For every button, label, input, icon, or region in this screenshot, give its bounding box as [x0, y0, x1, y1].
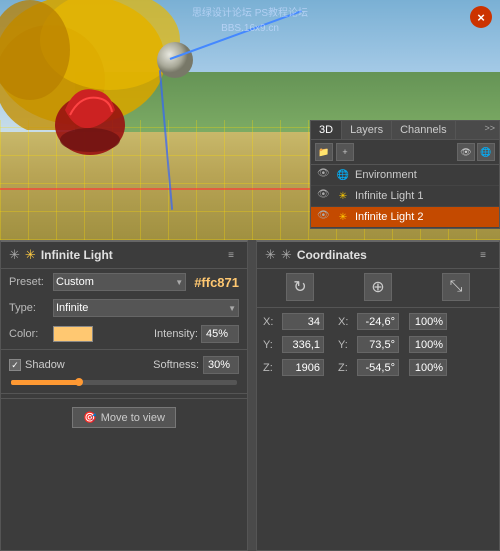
move-btn-label: Move to view — [101, 412, 165, 424]
3d-item-light2[interactable]: 👁 ✳ Infinite Light 2 — [311, 207, 499, 228]
left-panel-header: ✳ ✳ Infinite Light ≡ — [1, 242, 247, 269]
3d-panel: 3D Layers Channels >> 📁 + 👁 🌐 👁 🌐 Enviro… — [310, 120, 500, 229]
left-header-icon2: ✳ — [25, 247, 36, 263]
shadow-checkbox[interactable] — [9, 359, 21, 371]
left-panel-menu-btn[interactable]: ≡ — [223, 247, 239, 263]
x-angle-label: X: — [338, 316, 354, 328]
eye-icon-light2: 👁 — [317, 210, 331, 224]
preset-dropdown[interactable]: Custom ▼ — [53, 273, 186, 291]
move-icon-btn[interactable]: ⊕ — [364, 273, 392, 301]
preset-arrow-icon: ▼ — [175, 278, 183, 287]
intensity-group: Intensity: — [154, 325, 239, 343]
y-angle-input[interactable] — [357, 336, 399, 353]
bottom-panels: ✳ ✳ Infinite Light ≡ Preset: Custom ▼ #f… — [0, 240, 500, 551]
color-swatch[interactable] — [53, 326, 93, 342]
3d-item-environment[interactable]: 👁 🌐 Environment — [311, 165, 499, 186]
type-value: Infinite — [56, 302, 88, 314]
preset-value: Custom — [56, 276, 94, 288]
color-hex-display: #ffc871 — [194, 275, 239, 290]
z-label: Z: — [263, 362, 279, 374]
right-header-icon2: ✳ — [281, 247, 292, 263]
panel-tab-controls: >> — [480, 121, 499, 139]
shadow-label: Shadow — [25, 359, 65, 371]
properties-panel-right: ✳ ✳ Coordinates ≡ ↻ ⊕ ⤡ X: X: Y: Y: — [256, 240, 500, 551]
tab-layers[interactable]: Layers — [342, 121, 392, 139]
x-label: X: — [263, 316, 279, 328]
left-header-icon1: ✳ — [9, 247, 20, 263]
y-label: Y: — [263, 339, 279, 351]
panel-separator — [250, 240, 252, 551]
z-angle-input[interactable] — [357, 359, 399, 376]
softness-input[interactable] — [203, 356, 239, 374]
panel-right-tools: 👁 🌐 — [457, 143, 495, 161]
tab-channels[interactable]: Channels — [392, 121, 455, 139]
separator1 — [1, 349, 247, 350]
type-row: Type: Infinite ▼ — [1, 295, 247, 321]
light1-label: Infinite Light 1 — [355, 190, 493, 202]
watermark: 思绿设计论坛 PS教程论坛 BBS.16x9.cn — [192, 6, 308, 36]
x-pct-input[interactable] — [409, 313, 447, 330]
shadow-slider-track[interactable] — [11, 380, 237, 385]
tool-folder-btn[interactable]: 📁 — [315, 143, 333, 161]
tab-3d[interactable]: 3D — [311, 121, 342, 139]
shadow-slider-fill — [11, 380, 79, 385]
color-intensity-row: Color: Intensity: — [1, 321, 247, 347]
environment-icon: 🌐 — [336, 168, 350, 182]
close-button[interactable]: × — [470, 6, 492, 28]
eye-icon-light1: 👁 — [317, 189, 331, 203]
y-pct-input[interactable] — [409, 336, 447, 353]
eye-icon-environment: 👁 — [317, 168, 331, 182]
x-coord-row: X: X: — [257, 310, 499, 333]
right-panel-header: ✳ ✳ Coordinates ≡ — [257, 242, 499, 269]
y-value-input[interactable] — [282, 336, 324, 353]
shadow-row: Shadow Softness: — [1, 352, 247, 378]
y-angle-label: Y: — [338, 339, 354, 351]
preset-label: Preset: — [9, 276, 49, 288]
type-label: Type: — [9, 302, 49, 314]
right-header-icon1: ✳ — [265, 247, 276, 263]
right-panel-menu-btn[interactable]: ≡ — [475, 247, 491, 263]
z-coord-row: Z: Z: — [257, 356, 499, 379]
light1-icon: ✳ — [336, 189, 350, 203]
light2-icon: ✳ — [336, 210, 350, 224]
separator2 — [1, 393, 247, 394]
scene-viewport: 思绿设计论坛 PS教程论坛 BBS.16x9.cn 3D Layers Chan… — [0, 0, 500, 240]
move-icon: 🎯 — [83, 411, 97, 424]
tool-globe-btn[interactable]: 🌐 — [477, 143, 495, 161]
3d-item-light1[interactable]: 👁 ✳ Infinite Light 1 — [311, 186, 499, 207]
intensity-label: Intensity: — [154, 328, 198, 340]
right-separator1 — [257, 307, 499, 308]
z-pct-input[interactable] — [409, 359, 447, 376]
panel-tabs: 3D Layers Channels >> — [311, 121, 499, 140]
panel-collapse-icon[interactable]: >> — [484, 123, 495, 137]
tool-new-btn[interactable]: + — [336, 143, 354, 161]
preset-row: Preset: Custom ▼ #ffc871 — [1, 269, 247, 295]
x-value-input[interactable] — [282, 313, 324, 330]
y-coord-row: Y: Y: — [257, 333, 499, 356]
left-panel-title: Infinite Light — [41, 248, 113, 262]
right-panel-title: Coordinates — [297, 248, 367, 262]
type-dropdown[interactable]: Infinite ▼ — [53, 299, 239, 317]
environment-label: Environment — [355, 169, 493, 181]
properties-panel-left: ✳ ✳ Infinite Light ≡ Preset: Custom ▼ #f… — [0, 240, 248, 551]
z-value-input[interactable] — [282, 359, 324, 376]
panel-toolbar: 📁 + 👁 🌐 — [311, 140, 499, 165]
shadow-slider-row — [1, 378, 247, 391]
color-label: Color: — [9, 328, 49, 340]
tool-eye-btn[interactable]: 👁 — [457, 143, 475, 161]
shadow-slider-thumb[interactable] — [75, 378, 83, 386]
bottom-btn-row: 🎯 Move to view — [1, 398, 247, 436]
coord-icon-row: ↻ ⊕ ⤡ — [257, 269, 499, 305]
move-to-view-btn[interactable]: 🎯 Move to view — [72, 407, 176, 428]
light2-label: Infinite Light 2 — [355, 211, 493, 223]
scale-icon-btn[interactable]: ⤡ — [442, 273, 470, 301]
3d-shoe-object — [50, 70, 130, 160]
x-angle-input[interactable] — [357, 313, 399, 330]
type-arrow-icon: ▼ — [228, 304, 236, 313]
rotate-icon-btn[interactable]: ↻ — [286, 273, 314, 301]
softness-label: Softness: — [153, 359, 199, 371]
z-angle-label: Z: — [338, 362, 354, 374]
intensity-input[interactable] — [201, 325, 239, 343]
softness-group: Softness: — [153, 356, 239, 374]
